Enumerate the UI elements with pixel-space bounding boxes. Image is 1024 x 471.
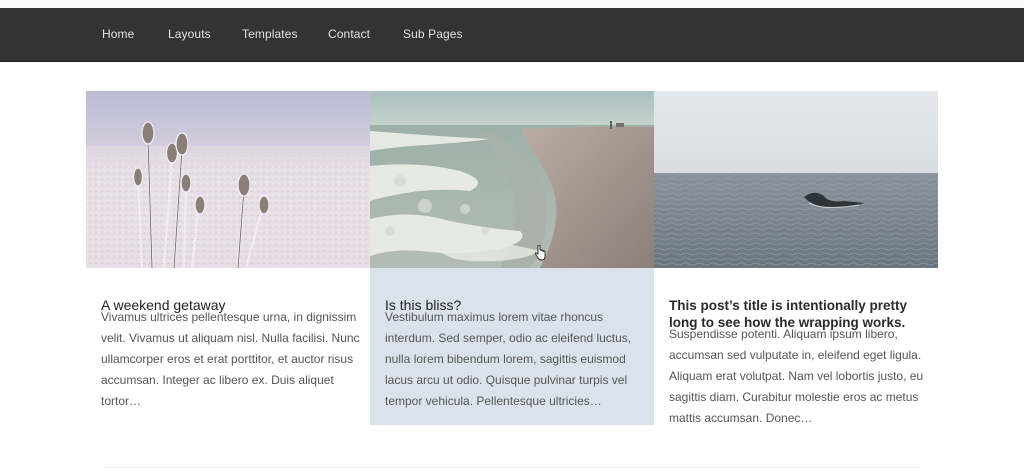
post-card-long-title[interactable]: This post’s title is intentionally prett…	[654, 91, 938, 425]
nav-item-layouts[interactable]: Layouts	[168, 27, 211, 41]
nav-item-sub-pages[interactable]: Sub Pages	[403, 27, 463, 41]
post-excerpt: Vivamus ultrices pellentesque urna, in d…	[101, 310, 360, 408]
main-navigation: Home Layouts Templates Contact Sub Pages	[0, 8, 1024, 62]
top-strip	[0, 0, 1024, 8]
post-excerpt: Vestibulum maximus lorem vitae rhoncus i…	[385, 310, 632, 408]
post-card-weekend-getaway[interactable]: A weekend getaway Vivamus ultrices pelle…	[86, 91, 370, 425]
nav-item-contact[interactable]: Contact	[328, 27, 370, 41]
post-image-beach-waves[interactable]	[370, 91, 654, 268]
nav-item-templates[interactable]: Templates	[242, 27, 298, 41]
section-divider	[104, 467, 920, 468]
post-excerpt: Suspendisse potenti. Aliquam ipsum liber…	[669, 327, 924, 425]
nav-item-home[interactable]: Home	[102, 27, 134, 41]
post-image-frosted-thistles[interactable]	[86, 91, 370, 268]
post-image-whale-tail[interactable]	[654, 91, 938, 268]
post-card-is-this-bliss[interactable]: Is this bliss? Vestibulum maximus lorem …	[370, 91, 654, 425]
hand-pointer-cursor-icon	[534, 245, 546, 261]
